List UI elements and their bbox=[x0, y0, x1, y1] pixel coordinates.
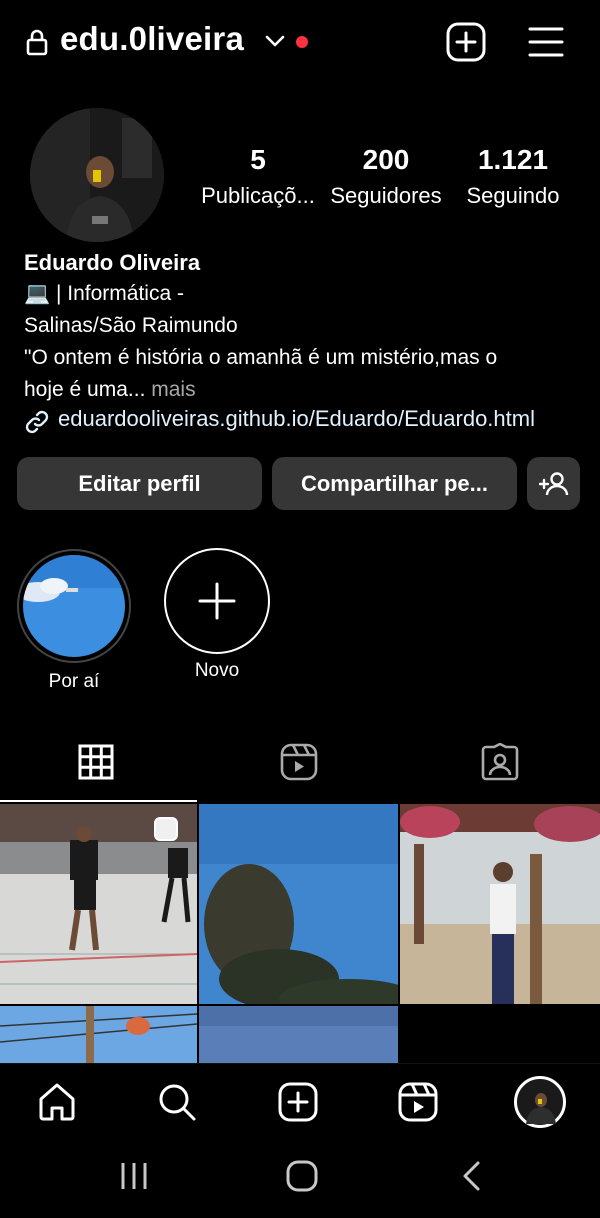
followers-count[interactable]: 200 bbox=[326, 144, 446, 176]
grid-post-3[interactable] bbox=[400, 804, 600, 1004]
bio-line: Salinas/São Raimundo bbox=[24, 314, 238, 337]
lock-icon bbox=[26, 28, 48, 56]
grid-post-4[interactable] bbox=[0, 1006, 197, 1063]
bottom-nav bbox=[0, 1063, 600, 1142]
recents-icon[interactable] bbox=[120, 1161, 148, 1191]
profile-link[interactable]: eduardooliveiras.github.io/Eduardo/Eduar… bbox=[58, 406, 535, 432]
grid-post-5[interactable] bbox=[199, 1006, 398, 1063]
active-tab-indicator bbox=[0, 800, 197, 802]
new-highlight-button[interactable] bbox=[162, 546, 272, 656]
tab-grid[interactable] bbox=[78, 744, 114, 780]
bio-line: 💻 | Informática - bbox=[24, 282, 184, 305]
account-username[interactable]: edu.0liveira bbox=[60, 20, 244, 58]
system-nav-bar bbox=[0, 1141, 600, 1218]
add-person-icon bbox=[538, 471, 569, 497]
create-icon[interactable] bbox=[446, 22, 486, 62]
following-label[interactable]: Seguindo bbox=[454, 183, 572, 209]
discover-people-button[interactable] bbox=[527, 457, 580, 510]
link-icon bbox=[24, 409, 50, 435]
share-profile-button[interactable]: Compartilhar pe... bbox=[272, 457, 517, 510]
tab-reels[interactable] bbox=[280, 743, 318, 781]
following-count[interactable]: 1.121 bbox=[454, 144, 572, 176]
grid-post-2[interactable] bbox=[199, 804, 398, 1004]
highlight-label: Por aí bbox=[48, 671, 100, 692]
highlight-label: Novo bbox=[194, 660, 240, 681]
followers-label[interactable]: Seguidores bbox=[326, 183, 446, 209]
notification-dot bbox=[296, 36, 308, 48]
tagged-icon bbox=[481, 743, 519, 781]
more-link[interactable]: mais bbox=[145, 378, 195, 401]
create-icon[interactable] bbox=[278, 1082, 318, 1122]
home-icon[interactable] bbox=[37, 1082, 77, 1122]
profile-avatar[interactable] bbox=[514, 1076, 566, 1128]
bio-line-truncated: hoje é uma... mais bbox=[24, 374, 196, 406]
chevron-down-icon[interactable] bbox=[264, 33, 286, 49]
plus-icon bbox=[198, 582, 236, 620]
tab-tagged[interactable] bbox=[481, 743, 519, 781]
edit-profile-button[interactable]: Editar perfil bbox=[17, 457, 262, 510]
home-circle-icon[interactable] bbox=[286, 1160, 318, 1192]
highlight-por-ai[interactable] bbox=[16, 548, 132, 664]
posts-label[interactable]: Publicaçõ... bbox=[196, 183, 320, 209]
bio-text: hoje é uma... bbox=[24, 378, 146, 401]
menu-icon[interactable] bbox=[528, 24, 564, 60]
grid-icon bbox=[78, 744, 114, 780]
reels-icon[interactable] bbox=[398, 1082, 438, 1122]
search-icon[interactable] bbox=[157, 1082, 197, 1122]
bio-line: "O ontem é história o amanhã é um mistér… bbox=[24, 346, 498, 369]
profile-avatar[interactable] bbox=[30, 108, 164, 242]
reels-icon bbox=[280, 743, 318, 781]
grid-post-1[interactable] bbox=[0, 804, 197, 1004]
posts-count[interactable]: 5 bbox=[208, 144, 308, 176]
back-icon[interactable] bbox=[460, 1160, 482, 1192]
display-name: Eduardo Oliveira bbox=[24, 250, 201, 275]
